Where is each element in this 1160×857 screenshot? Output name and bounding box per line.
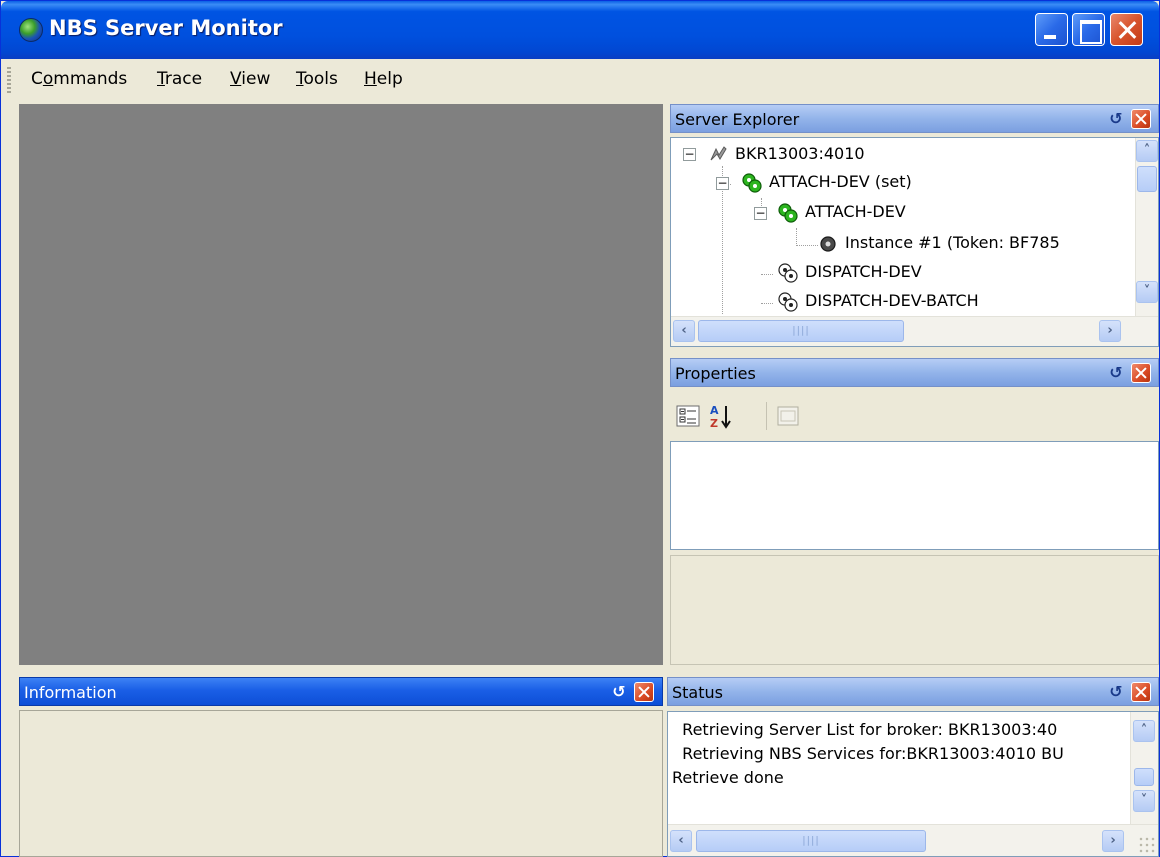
- service-icon: [778, 292, 798, 312]
- close-panel-icon[interactable]: [1131, 682, 1151, 702]
- app-window: NBS Server Monitor Commands Trace View T…: [0, 0, 1160, 857]
- server-tree[interactable]: − BKR13003:4010 − ATTACH-DEV (set) − ATT…: [670, 137, 1159, 347]
- scroll-up-icon[interactable]: ˄: [1136, 140, 1158, 162]
- close-panel-icon[interactable]: [1131, 363, 1151, 383]
- collapse-icon[interactable]: −: [754, 207, 767, 220]
- menu-view[interactable]: View: [230, 69, 270, 89]
- scroll-left-icon[interactable]: ‹: [673, 320, 695, 342]
- menu-commands[interactable]: Commands: [31, 69, 127, 89]
- tree-line: [761, 303, 773, 304]
- tree-item-label[interactable]: DISPATCH-DEV: [805, 262, 922, 281]
- tree-line: [796, 245, 818, 246]
- information-header[interactable]: Information ↺: [19, 677, 663, 706]
- scroll-up-icon[interactable]: ˄: [1133, 720, 1155, 742]
- menu-trace[interactable]: Trace: [157, 69, 202, 89]
- categorized-icon[interactable]: [674, 402, 702, 430]
- tree-item-label[interactable]: Instance #1 (Token: BF785: [845, 233, 1060, 252]
- scroll-left-icon[interactable]: ‹: [670, 830, 692, 852]
- scroll-right-icon[interactable]: ›: [1102, 830, 1124, 852]
- pin-icon[interactable]: ↺: [1107, 683, 1125, 701]
- horizontal-scrollbar[interactable]: ‹ |||| ›: [668, 824, 1158, 856]
- scroll-thumb[interactable]: [1137, 166, 1157, 192]
- information-title: Information: [24, 683, 117, 702]
- scroll-thumb[interactable]: [1134, 768, 1154, 786]
- tree-item-label[interactable]: ATTACH-DEV: [805, 202, 906, 221]
- status-header[interactable]: Status ↺: [667, 677, 1159, 706]
- resize-grip[interactable]: [1138, 836, 1156, 854]
- scroll-right-icon[interactable]: ›: [1099, 320, 1121, 342]
- tree-line: [761, 274, 773, 275]
- information-content: [19, 710, 663, 857]
- instance-icon: [820, 236, 836, 252]
- service-icon: [778, 263, 798, 283]
- status-line: Retrieve done: [672, 768, 784, 787]
- service-icon: [778, 203, 798, 223]
- menu-grip[interactable]: [7, 67, 11, 93]
- service-set-icon: [742, 173, 762, 193]
- tree-item-label[interactable]: DISPATCH-DEV-BATCH: [805, 291, 979, 313]
- menu-bar: Commands Trace View Tools Help: [1, 61, 1159, 99]
- status-line: Retrieving NBS Services for:BKR13003:401…: [672, 744, 1064, 763]
- pin-icon[interactable]: ↺: [610, 683, 628, 701]
- document-area: [19, 104, 663, 665]
- minimize-button[interactable]: [1035, 13, 1068, 46]
- properties-toolbar: A Z: [670, 394, 1159, 438]
- properties-title: Properties: [675, 364, 756, 383]
- pin-icon[interactable]: ↺: [1107, 110, 1125, 128]
- tree-item-label[interactable]: ATTACH-DEV (set): [769, 172, 912, 191]
- maximize-button[interactable]: [1072, 13, 1105, 46]
- menu-help[interactable]: Help: [364, 69, 403, 89]
- svg-text:A: A: [710, 404, 719, 417]
- close-button[interactable]: [1110, 13, 1143, 46]
- property-grid[interactable]: [670, 441, 1159, 550]
- vertical-scrollbar[interactable]: ˄ ˅: [1135, 138, 1158, 316]
- server-explorer-header[interactable]: Server Explorer ↺: [670, 104, 1159, 133]
- server-explorer-title: Server Explorer: [675, 110, 800, 129]
- status-log[interactable]: Retrieving Server List for broker: BKR13…: [667, 711, 1159, 857]
- toolbar-separator: [766, 402, 767, 430]
- scroll-down-icon[interactable]: ˅: [1133, 790, 1155, 812]
- properties-header[interactable]: Properties ↺: [670, 358, 1159, 387]
- scroll-down-icon[interactable]: ˅: [1136, 281, 1158, 303]
- title-bar[interactable]: NBS Server Monitor: [1, 1, 1159, 59]
- tree-line: [796, 228, 797, 246]
- menu-tools[interactable]: Tools: [296, 69, 338, 89]
- scroll-thumb[interactable]: ||||: [696, 830, 926, 852]
- pin-icon[interactable]: ↺: [1107, 364, 1125, 382]
- globe-icon: [19, 18, 43, 42]
- window-title: NBS Server Monitor: [49, 16, 283, 40]
- vertical-scrollbar[interactable]: ˄ ˅: [1130, 712, 1158, 824]
- status-title: Status: [672, 683, 723, 702]
- horizontal-scrollbar[interactable]: ‹ |||| ›: [671, 316, 1158, 346]
- svg-text:Z: Z: [710, 417, 718, 430]
- collapse-icon[interactable]: −: [716, 177, 729, 190]
- tree-item-label[interactable]: BKR13003:4010: [735, 144, 865, 163]
- property-pages-icon[interactable]: [774, 402, 802, 430]
- property-description: [670, 555, 1159, 665]
- close-panel-icon[interactable]: [1131, 109, 1151, 129]
- scroll-thumb[interactable]: ||||: [698, 320, 904, 342]
- collapse-icon[interactable]: −: [683, 148, 696, 161]
- close-panel-icon[interactable]: [634, 682, 654, 702]
- sort-alphabetical-icon[interactable]: A Z: [708, 402, 736, 430]
- broker-icon: [710, 146, 727, 161]
- status-line: Retrieving Server List for broker: BKR13…: [672, 720, 1058, 739]
